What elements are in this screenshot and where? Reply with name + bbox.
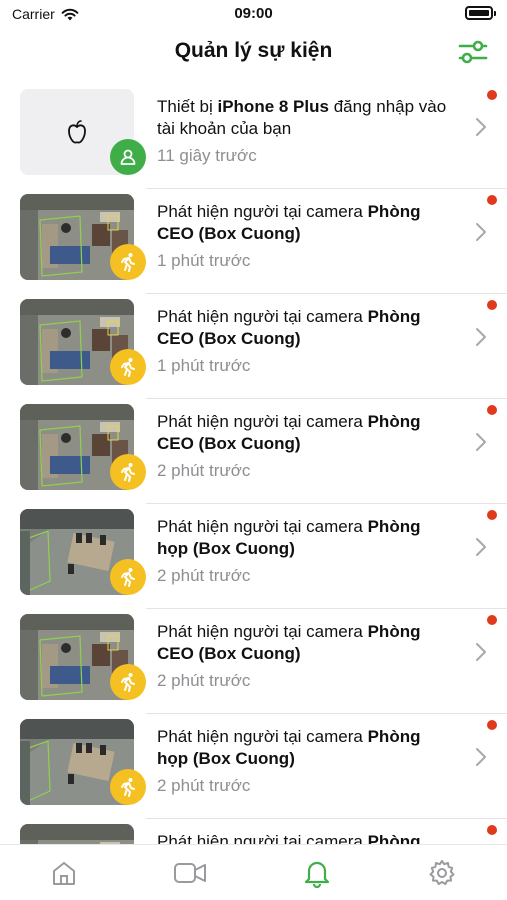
running-person-icon bbox=[121, 358, 135, 377]
event-timestamp: 11 giây trước bbox=[157, 146, 257, 165]
video-camera-icon bbox=[174, 863, 206, 883]
login-badge bbox=[110, 139, 146, 175]
tab-camera[interactable] bbox=[172, 855, 208, 891]
event-message-prefix: Phát hiện người tại camera bbox=[157, 832, 368, 844]
chevron-right-icon[interactable] bbox=[475, 117, 487, 137]
gear-icon bbox=[429, 860, 455, 885]
unread-indicator bbox=[487, 405, 497, 415]
event-message: Phát hiện người tại camera Phòng CEO (Bo… bbox=[157, 201, 452, 245]
event-timestamp: 2 phút trước bbox=[157, 776, 251, 795]
motion-badge bbox=[110, 769, 146, 805]
event-message: Phát hiện người tại camera Phòng CEO (Bo… bbox=[157, 411, 452, 455]
unread-indicator bbox=[487, 90, 497, 100]
chevron-right-icon[interactable] bbox=[475, 537, 487, 557]
tab-notifications[interactable] bbox=[299, 855, 335, 891]
chevron-right-icon[interactable] bbox=[475, 432, 487, 452]
chevron-right-icon[interactable] bbox=[475, 222, 487, 242]
chevron-right-icon[interactable] bbox=[475, 642, 487, 662]
event-list[interactable]: Thiết bị iPhone 8 Plus đăng nhập vào tài… bbox=[0, 84, 507, 844]
unread-indicator bbox=[487, 615, 497, 625]
page-title: Quản lý sự kiện bbox=[174, 39, 333, 62]
sliders-icon[interactable] bbox=[457, 38, 489, 66]
unread-indicator bbox=[487, 195, 497, 205]
event-message-prefix: Thiết bị bbox=[157, 97, 218, 116]
running-person-icon bbox=[121, 253, 135, 272]
tab-home[interactable] bbox=[46, 855, 82, 891]
unread-indicator bbox=[487, 825, 497, 835]
unread-indicator bbox=[487, 300, 497, 310]
event-message: Phát hiện người tại camera Phòng CEO (Bo… bbox=[157, 621, 452, 665]
event-message-prefix: Phát hiện người tại camera bbox=[157, 727, 368, 746]
event-row[interactable]: Phát hiện người tại camera Phòng CEO (Bo… bbox=[0, 399, 507, 504]
home-icon bbox=[53, 862, 75, 885]
status-bar: Carrier 09:00 bbox=[0, 0, 507, 28]
event-message: Phát hiện người tại camera Phòng CEO (Bo… bbox=[157, 306, 452, 350]
battery-icon bbox=[465, 6, 496, 20]
tab-bar bbox=[0, 844, 507, 900]
event-message: Phát hiện người tại camera Phòng họp (Bo… bbox=[157, 726, 452, 770]
event-row[interactable]: Phát hiện người tại camera Phòng CEO (Bo… bbox=[0, 189, 507, 294]
event-message-prefix: Phát hiện người tại camera bbox=[157, 517, 368, 536]
event-message: Thiết bị iPhone 8 Plus đăng nhập vào tài… bbox=[157, 96, 452, 140]
event-row[interactable]: Phát hiện người tại camera Phòng CEO (Bo… bbox=[0, 294, 507, 399]
chevron-right-icon[interactable] bbox=[475, 747, 487, 767]
event-row[interactable]: Phát hiện người tại camera Phòng họp (Bo… bbox=[0, 504, 507, 609]
event-message: Phát hiện người tại camera Phòng bbox=[157, 831, 452, 844]
running-person-icon bbox=[121, 778, 135, 797]
event-timestamp: 1 phút trước bbox=[157, 251, 251, 270]
event-message-subject: iPhone 8 Plus bbox=[217, 97, 329, 116]
event-message-prefix: Phát hiện người tại camera bbox=[157, 202, 368, 221]
chevron-right-icon[interactable] bbox=[475, 327, 487, 347]
apple-logo-icon bbox=[68, 120, 86, 144]
event-timestamp: 2 phút trước bbox=[157, 461, 251, 480]
tab-settings[interactable] bbox=[424, 855, 460, 891]
motion-badge bbox=[110, 454, 146, 490]
running-person-icon bbox=[121, 673, 135, 692]
unread-indicator bbox=[487, 720, 497, 730]
event-row[interactable]: Thiết bị iPhone 8 Plus đăng nhập vào tài… bbox=[0, 84, 507, 189]
motion-badge bbox=[110, 559, 146, 595]
motion-badge bbox=[110, 244, 146, 280]
event-message-prefix: Phát hiện người tại camera bbox=[157, 412, 368, 431]
event-message-subject: Phòng bbox=[367, 832, 421, 844]
running-person-icon bbox=[121, 463, 135, 482]
camera-snapshot bbox=[20, 824, 134, 844]
status-time: 09:00 bbox=[234, 5, 273, 22]
event-timestamp: 1 phút trước bbox=[157, 356, 251, 375]
unread-indicator bbox=[487, 510, 497, 520]
navigation-header: Quản lý sự kiện bbox=[0, 28, 507, 76]
event-row[interactable]: Phát hiện người tại camera Phòng họp (Bo… bbox=[0, 714, 507, 819]
event-message-prefix: Phát hiện người tại camera bbox=[157, 307, 368, 326]
motion-badge bbox=[110, 664, 146, 700]
event-timestamp: 2 phút trước bbox=[157, 671, 251, 690]
bell-icon bbox=[304, 861, 330, 888]
event-timestamp: 2 phút trước bbox=[157, 566, 251, 585]
motion-badge bbox=[110, 349, 146, 385]
person-icon bbox=[120, 149, 136, 165]
event-row[interactable]: Phát hiện người tại camera Phòng CEO (Bo… bbox=[0, 609, 507, 714]
event-message: Phát hiện người tại camera Phòng họp (Bo… bbox=[157, 516, 452, 560]
running-person-icon bbox=[121, 568, 135, 587]
event-message-prefix: Phát hiện người tại camera bbox=[157, 622, 368, 641]
event-row[interactable]: Phát hiện người tại camera Phòng bbox=[0, 819, 507, 844]
